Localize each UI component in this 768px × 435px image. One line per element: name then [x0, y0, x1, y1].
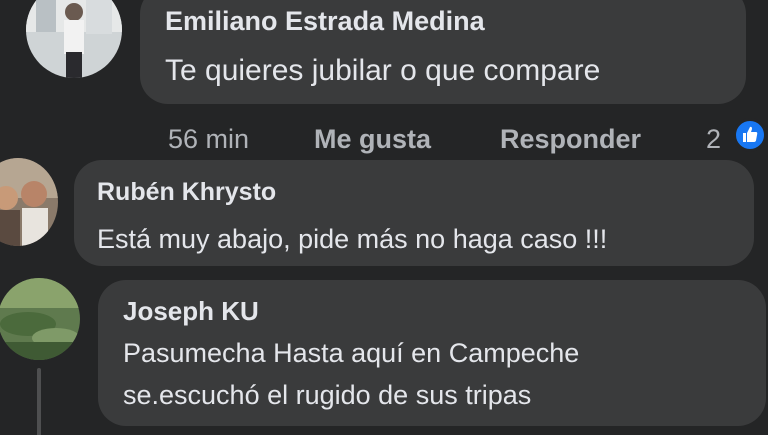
avatar-emiliano[interactable] [26, 0, 122, 78]
comment-text: Te quieres jubilar o que compare [165, 54, 601, 87]
reaction-count[interactable]: 2 [706, 124, 721, 155]
comment-time[interactable]: 56 min [168, 124, 249, 155]
thumbs-up-icon [733, 118, 767, 152]
comment-thread: Emiliano Estrada Medina Te quieres jubil… [0, 0, 768, 435]
avatar-ruben[interactable] [0, 158, 58, 246]
comment-author[interactable]: Rubén Khrysto [97, 178, 276, 207]
comment-text-line-1: Pasumecha Hasta aquí en Campeche [123, 338, 580, 368]
comment-text-line-2: se.escuchó el rugido de sus tripas [123, 380, 532, 410]
reply-button[interactable]: Responder [500, 124, 641, 155]
like-button[interactable]: Me gusta [314, 124, 431, 155]
comment-author[interactable]: Emiliano Estrada Medina [165, 6, 485, 37]
thread-connector [37, 368, 41, 435]
profile-photo-icon [0, 278, 80, 360]
comment-author[interactable]: Joseph KU [123, 296, 259, 327]
avatar-joseph[interactable] [0, 278, 80, 360]
profile-photo-icon [0, 158, 58, 246]
comment-text: Está muy abajo, pide más no haga caso !!… [97, 224, 608, 254]
profile-photo-icon [26, 0, 122, 78]
